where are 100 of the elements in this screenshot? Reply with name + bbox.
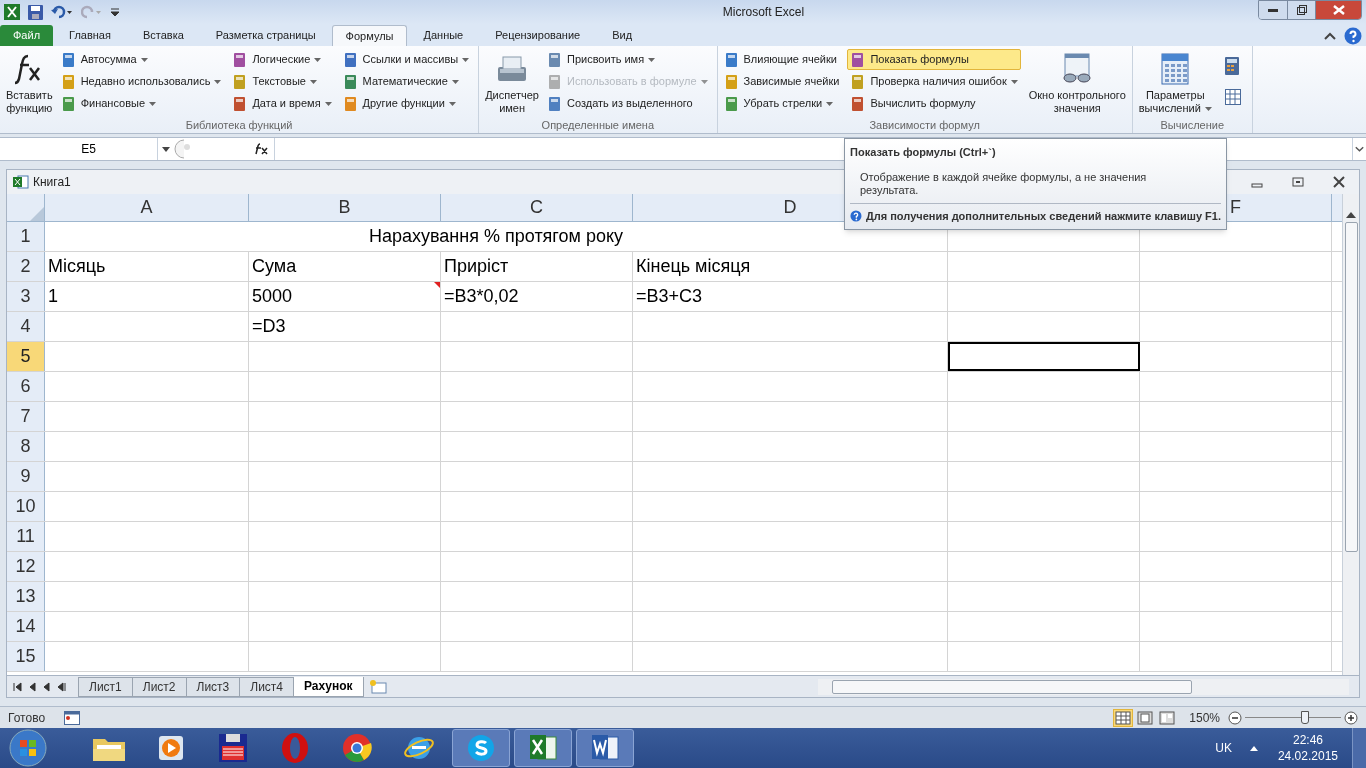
row-header[interactable]: 2 xyxy=(7,252,45,281)
expand-icon[interactable] xyxy=(1352,138,1366,160)
ribbon-button[interactable]: Зависимые ячейки xyxy=(720,71,843,92)
sheet-tab[interactable]: Лист4 xyxy=(239,676,294,697)
file-tab[interactable]: Файл xyxy=(0,25,54,46)
ribbon-button[interactable]: Логические xyxy=(229,49,335,70)
ribbon-button[interactable]: Финансовые xyxy=(57,93,225,114)
ribbon-button[interactable]: Присвоить имя xyxy=(544,49,711,70)
zoom-in-icon[interactable] xyxy=(1344,710,1358,725)
ribbon-button[interactable]: Другие функции xyxy=(339,93,473,114)
workbook-icon xyxy=(13,175,29,189)
taskbar-button[interactable] xyxy=(452,729,510,767)
minimize-button[interactable] xyxy=(1259,1,1287,19)
minimize-icon xyxy=(1268,8,1278,12)
ribbon-button[interactable]: Вычислить формулу xyxy=(847,93,1021,114)
scroll-up-icon[interactable] xyxy=(1346,212,1356,218)
clock[interactable]: 22:46 24.02.2015 xyxy=(1277,732,1338,764)
ribbon-button[interactable]: Математические xyxy=(339,71,473,92)
row-header[interactable]: 11 xyxy=(7,522,45,551)
close-icon[interactable] xyxy=(1333,176,1345,188)
play-icon[interactable] xyxy=(156,733,186,763)
caret-icon[interactable] xyxy=(162,146,170,152)
ribbon-button[interactable]: Влияющие ячейки xyxy=(720,49,843,70)
sheet-tab[interactable]: Лист3 xyxy=(185,676,241,697)
group-label: Вычисление xyxy=(1159,118,1226,133)
zoom-level[interactable]: 150% xyxy=(1189,708,1220,727)
table-cell: =B3*0,02 xyxy=(441,282,633,311)
sheet-tab[interactable]: Рахунок xyxy=(293,676,364,697)
macro-record-icon[interactable] xyxy=(64,710,80,725)
table-cell: Кінець місяця xyxy=(633,252,948,281)
ribbon-button[interactable]: Автосумма xyxy=(57,49,225,70)
restore-icon[interactable] xyxy=(1292,176,1304,188)
row-header[interactable]: 6 xyxy=(7,372,45,401)
taskbar-button[interactable] xyxy=(576,729,634,767)
ribbon-button[interactable]: Дата и время xyxy=(229,93,335,114)
chat-s-icon[interactable] xyxy=(466,733,496,763)
start-button-icon[interactable] xyxy=(8,729,48,767)
ribbon-tab[interactable]: Главная xyxy=(53,25,127,46)
view-button[interactable] xyxy=(1157,708,1178,727)
ribbon-tab[interactable]: Вставка xyxy=(126,25,200,46)
ribbon-button[interactable]: Ссылки и массивы xyxy=(339,49,473,70)
horizontal-scrollbar[interactable] xyxy=(817,678,1349,695)
large-ribbon-button[interactable]: Окно контрольного значения xyxy=(1025,49,1129,117)
taskbar-button[interactable] xyxy=(514,729,572,767)
name-box[interactable]: E5 xyxy=(0,138,158,160)
ribbon-button[interactable]: Показать формулы xyxy=(847,49,1021,70)
large-ribbon-button[interactable]: Вставить функцию xyxy=(3,49,56,117)
tooltip-title: Показать формулы (Ctrl+`) xyxy=(850,145,997,160)
ribbon-button[interactable]: Создать из выделенного xyxy=(544,93,711,114)
undo-icon[interactable] xyxy=(51,5,73,19)
ribbon-button[interactable]: Недавно использовались xyxy=(57,71,225,92)
spreadsheet-icon[interactable] xyxy=(528,733,558,763)
group-label: Зависимости формул xyxy=(868,118,981,133)
save-icon[interactable] xyxy=(28,4,43,20)
zoom-out-icon[interactable] xyxy=(1228,710,1242,725)
ribbon-button[interactable]: Текстовые xyxy=(229,71,335,92)
ribbon-tab[interactable]: Формулы xyxy=(331,25,408,46)
sheet-tab[interactable]: Лист1 xyxy=(78,676,133,697)
column-header[interactable]: A xyxy=(45,194,249,221)
view-button[interactable] xyxy=(1135,708,1156,727)
row-header[interactable]: 3 xyxy=(7,282,45,311)
help-icon[interactable] xyxy=(1344,27,1362,45)
large-ribbon-button[interactable]: Параметры вычислений xyxy=(1135,49,1215,117)
close-button[interactable] xyxy=(1315,1,1361,19)
zoom-slider-thumb[interactable] xyxy=(1300,710,1309,724)
row-header[interactable]: 15 xyxy=(7,642,45,671)
customize-toolbar-icon[interactable] xyxy=(111,7,119,17)
show-hidden-icons-icon[interactable] xyxy=(1249,745,1258,751)
sheet-tab[interactable]: Лист2 xyxy=(131,676,187,697)
collapse-ribbon-icon[interactable] xyxy=(1324,32,1336,40)
ribbon-tab[interactable]: Рецензирование xyxy=(479,25,597,46)
calculator-icon[interactable] xyxy=(1224,57,1239,75)
row-header[interactable]: 8 xyxy=(7,432,45,461)
column-header[interactable]: C xyxy=(441,194,633,221)
ribbon-tab[interactable]: Разметка страницы xyxy=(199,25,332,46)
zoom-slider[interactable] xyxy=(1245,710,1341,725)
view-button[interactable] xyxy=(1113,708,1134,727)
row-header[interactable]: 12 xyxy=(7,552,45,581)
row-header[interactable]: 7 xyxy=(7,402,45,431)
function-icon[interactable] xyxy=(254,143,268,155)
tooltip-text: Отображение в каждой ячейке формулы, а не значения результата. xyxy=(859,170,1148,197)
ribbon-button[interactable]: Проверка наличия ошибок xyxy=(847,71,1021,92)
ribbon-tab[interactable]: Вид xyxy=(596,25,649,46)
sheet-grid-icon[interactable] xyxy=(1224,89,1241,105)
row-header[interactable]: 1 xyxy=(7,222,45,251)
browser-icon[interactable] xyxy=(342,733,372,763)
ribbon-button[interactable]: Убрать стрелки xyxy=(720,93,843,114)
language-indicator[interactable]: UK xyxy=(1215,739,1232,757)
row-header[interactable]: 14 xyxy=(7,612,45,641)
row-header[interactable]: 9 xyxy=(7,462,45,491)
vertical-scrollbar[interactable] xyxy=(1342,194,1359,675)
row-header[interactable]: 10 xyxy=(7,492,45,521)
large-ribbon-button[interactable]: Диспетчер имен xyxy=(482,49,542,117)
restore-button[interactable] xyxy=(1287,1,1315,19)
document-w-icon[interactable] xyxy=(590,733,620,763)
ribbon-tab[interactable]: Данные xyxy=(407,25,480,46)
row-header[interactable]: 4 xyxy=(7,312,45,341)
row-header[interactable]: 5 xyxy=(7,342,45,371)
column-header[interactable]: B xyxy=(249,194,441,221)
row-header[interactable]: 13 xyxy=(7,582,45,611)
